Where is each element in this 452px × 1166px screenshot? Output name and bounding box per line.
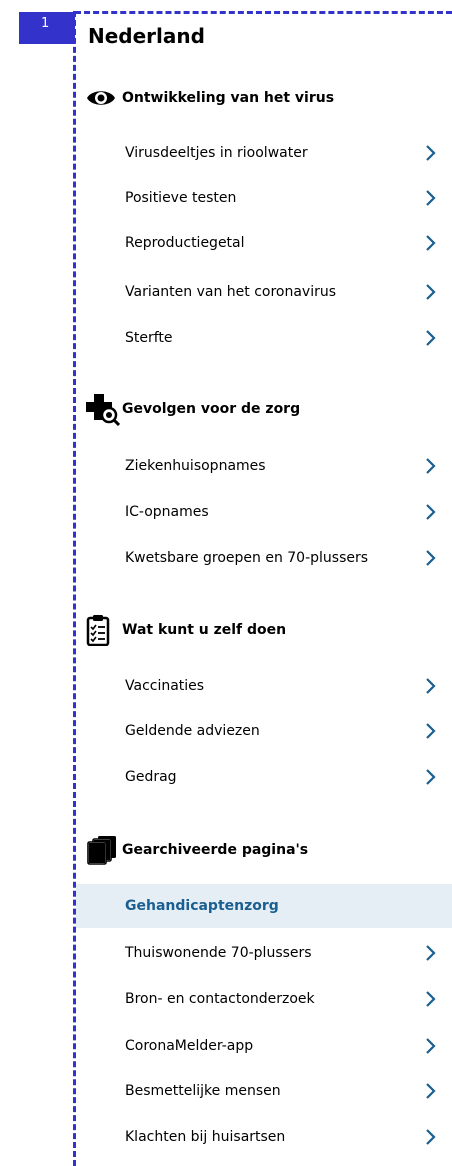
nav-item-thuiswonende[interactable]: Thuiswonende 70-plussers bbox=[76, 931, 452, 975]
chevron-right-icon bbox=[426, 504, 436, 520]
section-title: Wat kunt u zelf doen bbox=[122, 622, 287, 638]
nav-item-besmettelijke-mensen[interactable]: Besmettelijke mensen bbox=[76, 1069, 452, 1113]
chevron-right-icon bbox=[426, 769, 436, 785]
chevron-right-icon bbox=[426, 1083, 436, 1099]
section-title: Gevolgen voor de zorg bbox=[122, 401, 301, 417]
annotation-dashed-border-top bbox=[75, 11, 452, 14]
nav-item-reproductiegetal[interactable]: Reproductiegetal bbox=[76, 221, 452, 265]
chevron-right-icon bbox=[426, 190, 436, 206]
nav-item-label: Varianten van het coronavirus bbox=[125, 284, 337, 300]
nav-item-coronamelder[interactable]: CoronaMelder-app bbox=[76, 1024, 452, 1068]
eye-icon bbox=[86, 82, 122, 114]
chevron-right-icon bbox=[426, 991, 436, 1007]
nav-item-varianten[interactable]: Varianten van het coronavirus bbox=[76, 270, 452, 314]
nav-item-label: Besmettelijke mensen bbox=[125, 1083, 281, 1099]
nav-item-label: Sterfte bbox=[125, 330, 173, 346]
nav-item-vaccinaties[interactable]: Vaccinaties bbox=[76, 664, 452, 708]
nav-item-label: Geldende adviezen bbox=[125, 723, 260, 739]
clipboard-checklist-icon bbox=[86, 614, 122, 646]
nav-item-ziekenhuisopnames[interactable]: Ziekenhuisopnames bbox=[76, 444, 452, 488]
medical-cross-search-icon bbox=[86, 393, 122, 426]
chevron-right-icon bbox=[426, 723, 436, 739]
nav-item-label: IC-opnames bbox=[125, 504, 209, 520]
nav-item-label: Bron- en contactonderzoek bbox=[125, 991, 315, 1007]
section-header-virus: Ontwikkeling van het virus bbox=[86, 82, 334, 114]
nav-item-kwetsbare-groepen[interactable]: Kwetsbare groepen en 70-plussers bbox=[76, 536, 452, 580]
nav-item-geldende-adviezen[interactable]: Geldende adviezen bbox=[76, 709, 452, 753]
nav-item-gehandicaptenzorg[interactable]: Gehandicaptenzorg bbox=[76, 884, 452, 928]
chevron-right-icon bbox=[426, 145, 436, 161]
nav-item-label: Positieve testen bbox=[125, 190, 237, 206]
nav-item-sterfte[interactable]: Sterfte bbox=[76, 316, 452, 360]
chevron-right-icon bbox=[426, 678, 436, 694]
chevron-right-icon bbox=[426, 550, 436, 566]
section-title: Ontwikkeling van het virus bbox=[122, 90, 335, 106]
nav-item-label: Vaccinaties bbox=[125, 678, 205, 694]
nav-item-label: Kwetsbare groepen en 70-plussers bbox=[125, 550, 369, 566]
chevron-right-icon bbox=[426, 330, 436, 346]
section-header-zorg: Gevolgen voor de zorg bbox=[86, 393, 301, 426]
nav-item-label: Virusdeeltjes in rioolwater bbox=[125, 145, 308, 161]
nav-item-ic-opnames[interactable]: IC-opnames bbox=[76, 490, 452, 534]
nav-item-label: Ziekenhuisopnames bbox=[125, 458, 266, 474]
chevron-right-icon bbox=[426, 235, 436, 251]
section-title: Gearchiveerde pagina's bbox=[122, 842, 309, 858]
nav-item-label: CoronaMelder-app bbox=[125, 1038, 254, 1054]
nav-item-positieve-testen[interactable]: Positieve testen bbox=[76, 176, 452, 220]
chevron-right-icon bbox=[426, 284, 436, 300]
section-header-zelf-doen: Wat kunt u zelf doen bbox=[86, 614, 286, 646]
country-title: Nederland bbox=[88, 24, 205, 48]
nav-item-label: Gedrag bbox=[125, 769, 177, 785]
nav-item-label: Thuiswonende 70-plussers bbox=[125, 945, 312, 961]
chevron-right-icon bbox=[426, 1038, 436, 1054]
nav-item-virusdeeltjes[interactable]: Virusdeeltjes in rioolwater bbox=[76, 131, 452, 175]
section-header-archief: Gearchiveerde pagina's bbox=[86, 834, 308, 866]
nav-item-label: Gehandicaptenzorg bbox=[125, 898, 279, 914]
chevron-right-icon bbox=[426, 1129, 436, 1145]
chevron-right-icon bbox=[426, 945, 436, 961]
nav-item-label: Klachten bij huisartsen bbox=[125, 1129, 286, 1145]
nav-item-bron-contactonderzoek[interactable]: Bron- en contactonderzoek bbox=[76, 977, 452, 1021]
archive-pages-icon bbox=[86, 834, 122, 866]
annotation-marker: 1 bbox=[19, 12, 75, 44]
nav-item-gedrag[interactable]: Gedrag bbox=[76, 755, 452, 799]
nav-item-label: Reproductiegetal bbox=[125, 235, 245, 251]
chevron-right-icon bbox=[426, 458, 436, 474]
nav-item-klachten-huisartsen[interactable]: Klachten bij huisartsen bbox=[76, 1115, 452, 1159]
